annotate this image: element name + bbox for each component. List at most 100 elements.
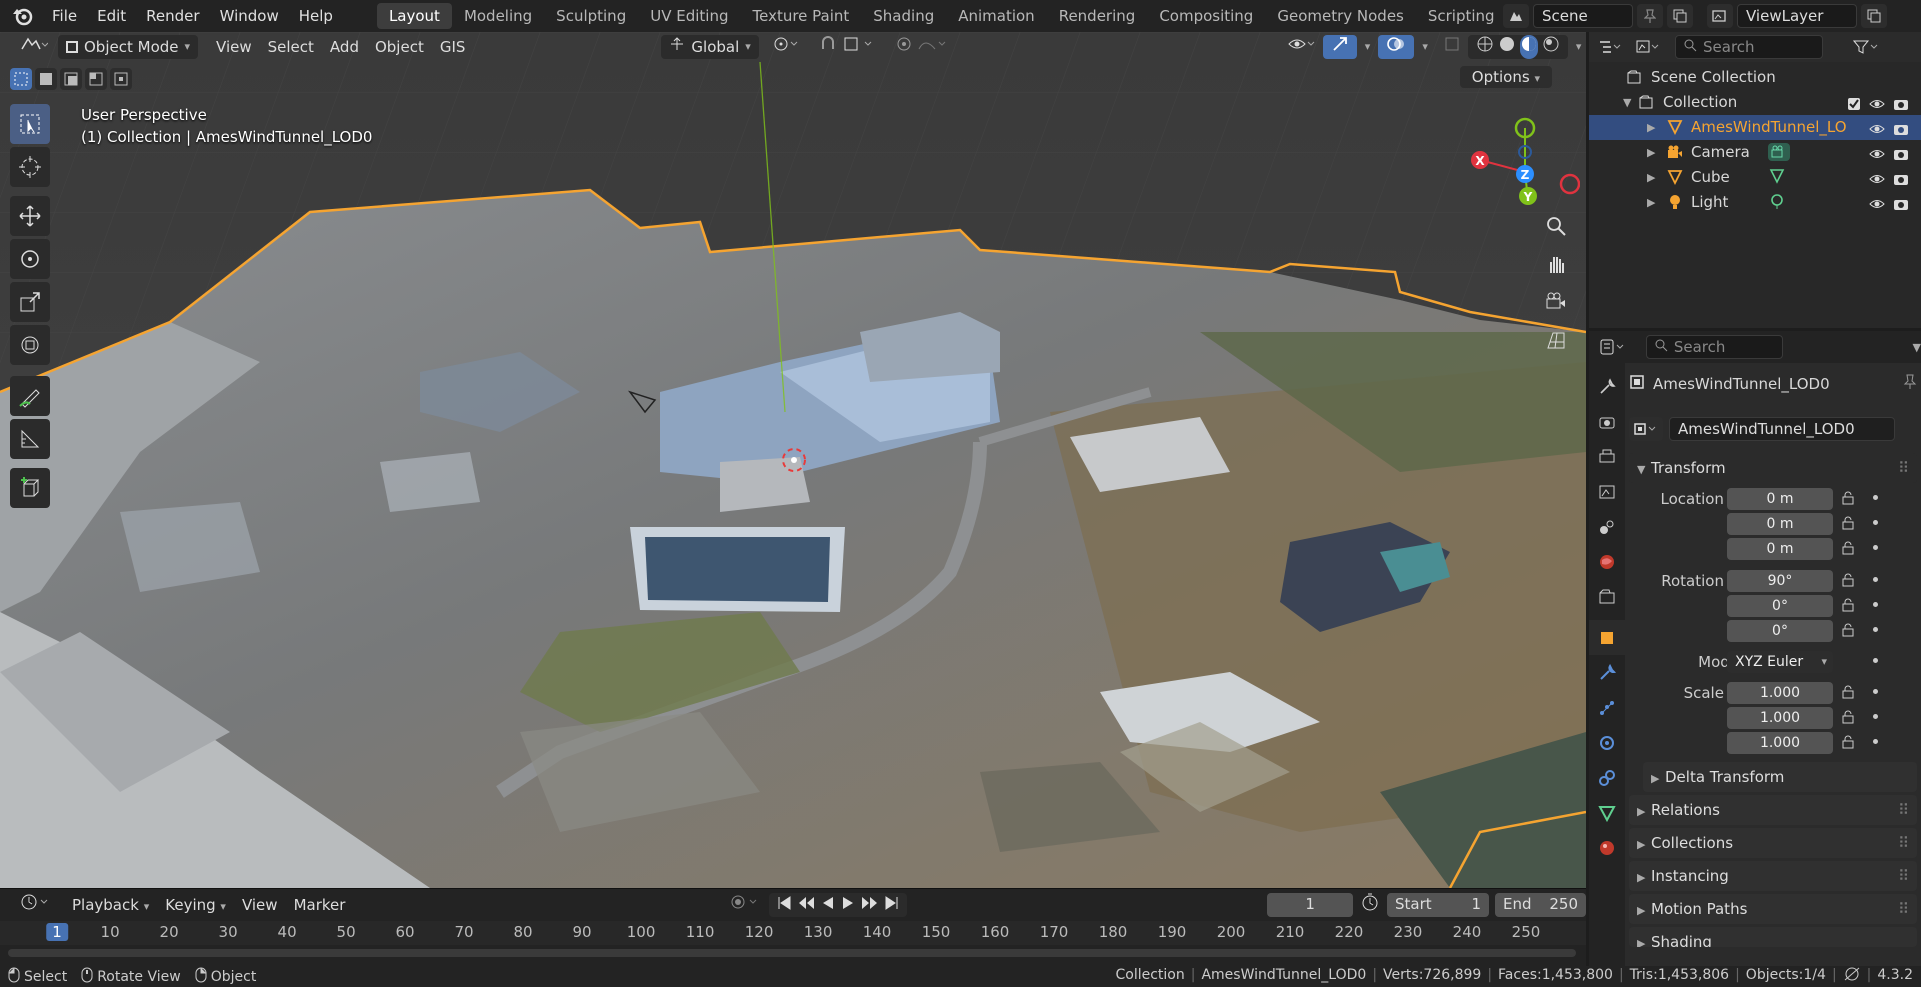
scale-y-field[interactable]: 1.000 xyxy=(1727,707,1833,729)
orientation-selector[interactable]: Global ▾ xyxy=(661,35,759,59)
visibility-icon[interactable] xyxy=(1279,35,1323,59)
tab-sculpting[interactable]: Sculpting xyxy=(544,3,638,29)
outliner-item-camera[interactable]: ▶ Camera xyxy=(1589,140,1921,165)
rotation-z-field[interactable]: 0° xyxy=(1727,620,1833,642)
cursor-tool-icon[interactable] xyxy=(10,147,50,187)
tab-layout[interactable]: Layout xyxy=(376,3,452,29)
transform-panel-header[interactable]: ▼ Transform ⠿ xyxy=(1629,453,1917,483)
light-data-icon[interactable] xyxy=(1769,190,1785,219)
pin-icon[interactable] xyxy=(1903,374,1917,394)
lock-icon[interactable] xyxy=(1841,685,1855,699)
keyframe-dot-icon[interactable] xyxy=(1873,545,1878,550)
menu-playback[interactable]: Playback ▾ xyxy=(64,893,157,917)
jump-start-icon[interactable] xyxy=(777,893,791,917)
menu-help[interactable]: Help xyxy=(289,0,343,32)
outliner-search[interactable]: Search xyxy=(1675,35,1823,59)
keyframe-dot-icon[interactable] xyxy=(1873,520,1878,525)
ortho-grid-icon[interactable] xyxy=(1540,324,1572,356)
menu-view[interactable]: View xyxy=(208,35,260,59)
scene-icon[interactable] xyxy=(1503,4,1529,28)
select-box-tool-icon[interactable] xyxy=(10,104,50,144)
select-subtract-icon[interactable] xyxy=(60,68,82,90)
lock-icon[interactable] xyxy=(1841,735,1855,749)
tab-scripting[interactable]: Scripting xyxy=(1416,3,1507,29)
play-reverse-icon[interactable] xyxy=(821,893,835,917)
timeline-editor-icon[interactable] xyxy=(12,893,58,917)
shading-dropdown-icon[interactable]: ▾ xyxy=(1568,35,1586,59)
menu-keying[interactable]: Keying ▾ xyxy=(157,893,234,917)
rotation-mode-dropdown[interactable]: XYZ Euler ▾ xyxy=(1727,651,1833,673)
tab-rendering[interactable]: Rendering xyxy=(1047,3,1148,29)
start-frame-field[interactable]: Start 1 xyxy=(1386,893,1489,917)
overlays-dropdown-icon[interactable]: ▾ xyxy=(1414,35,1436,59)
location-z-field[interactable]: 0 m xyxy=(1727,538,1833,560)
shading-panel[interactable]: ▶ Shading xyxy=(1629,927,1917,947)
view-layer-icon[interactable] xyxy=(1707,4,1733,28)
view-layer-field[interactable]: ViewLayer xyxy=(1737,4,1857,28)
lock-icon[interactable] xyxy=(1841,541,1855,555)
drag-handle-icon[interactable]: ⠿ xyxy=(1898,453,1909,483)
menu-object[interactable]: Object xyxy=(367,35,432,59)
editor-type-icon[interactable] xyxy=(12,35,52,59)
menu-edit[interactable]: Edit xyxy=(87,0,136,32)
lock-icon[interactable] xyxy=(1841,516,1855,530)
world-tab-icon[interactable] xyxy=(1589,544,1625,579)
add-cube-tool-icon[interactable] xyxy=(10,468,50,508)
tab-compositing[interactable]: Compositing xyxy=(1147,3,1265,29)
end-frame-field[interactable]: End 250 xyxy=(1494,893,1587,917)
keyframe-dot-icon[interactable] xyxy=(1873,714,1878,719)
tool-tab-icon[interactable] xyxy=(1589,369,1625,404)
rotation-y-field[interactable]: 0° xyxy=(1727,595,1833,617)
chevron-right-icon[interactable]: ▶ xyxy=(1647,165,1655,190)
menu-marker[interactable]: Marker xyxy=(286,893,354,917)
jump-end-icon[interactable] xyxy=(885,893,899,917)
display-mode-icon[interactable] xyxy=(1635,35,1661,59)
overlays-toggle-icon[interactable] xyxy=(1378,35,1415,59)
mode-selector[interactable]: Object Mode ▾ xyxy=(58,35,199,59)
pivot-icon[interactable] xyxy=(765,35,811,59)
menu-window[interactable]: Window xyxy=(210,0,289,32)
constraints-tab-icon[interactable] xyxy=(1589,760,1625,795)
motion-paths-panel[interactable]: ▶ Motion Paths ⠿ xyxy=(1629,894,1917,924)
lock-icon[interactable] xyxy=(1841,598,1855,612)
blender-logo-icon[interactable] xyxy=(10,4,34,28)
location-x-field[interactable]: 0 m xyxy=(1727,488,1833,510)
chevron-down-icon[interactable]: ▼ xyxy=(1913,341,1921,354)
outliner-collection[interactable]: ▼ Collection xyxy=(1589,90,1921,115)
timeline-scrollbar[interactable] xyxy=(8,949,1576,957)
lock-icon[interactable] xyxy=(1841,573,1855,587)
outliner-item-light[interactable]: ▶ Light xyxy=(1589,190,1921,215)
stopwatch-icon[interactable] xyxy=(1353,893,1387,917)
new-scene-icon[interactable] xyxy=(1667,4,1693,28)
snap-icon[interactable] xyxy=(811,35,887,59)
next-keyframe-icon[interactable] xyxy=(861,893,879,917)
collection-tab-icon[interactable] xyxy=(1589,579,1625,614)
scene-tab-icon[interactable] xyxy=(1589,509,1625,544)
prev-keyframe-icon[interactable] xyxy=(797,893,815,917)
pan-hand-icon[interactable] xyxy=(1540,248,1572,280)
physics-tab-icon[interactable] xyxy=(1589,725,1625,760)
gizmo-toggle-icon[interactable] xyxy=(1322,35,1357,59)
proportional-edit-icon[interactable] xyxy=(887,35,957,59)
material-shading-icon[interactable] xyxy=(1519,35,1538,59)
menu-timeline-view[interactable]: View xyxy=(234,893,286,917)
tab-texture-paint[interactable]: Texture Paint xyxy=(740,3,861,29)
object-name-field[interactable]: AmesWindTunnel_LOD0 xyxy=(1669,417,1895,441)
tab-shading[interactable]: Shading xyxy=(861,3,946,29)
solid-shading-icon[interactable] xyxy=(1498,35,1516,59)
camera-view-icon[interactable] xyxy=(1540,286,1572,318)
select-extend-icon[interactable] xyxy=(35,68,57,90)
scale-x-field[interactable]: 1.000 xyxy=(1727,682,1833,704)
menu-add[interactable]: Add xyxy=(322,35,367,59)
data-tab-icon[interactable] xyxy=(1589,795,1625,830)
keyframe-dot-icon[interactable] xyxy=(1873,658,1878,663)
menu-gis[interactable]: GIS xyxy=(432,35,474,59)
object-tab-icon[interactable] xyxy=(1589,620,1625,655)
annotate-tool-icon[interactable] xyxy=(10,376,50,416)
chevron-right-icon[interactable]: ▶ xyxy=(1647,140,1655,165)
view-layer-tab-icon[interactable] xyxy=(1589,474,1625,509)
select-invert-icon[interactable] xyxy=(85,68,107,90)
scale-z-field[interactable]: 1.000 xyxy=(1727,732,1833,754)
outliner-editor-icon[interactable] xyxy=(1597,35,1623,59)
filter-icon[interactable] xyxy=(1853,35,1879,59)
